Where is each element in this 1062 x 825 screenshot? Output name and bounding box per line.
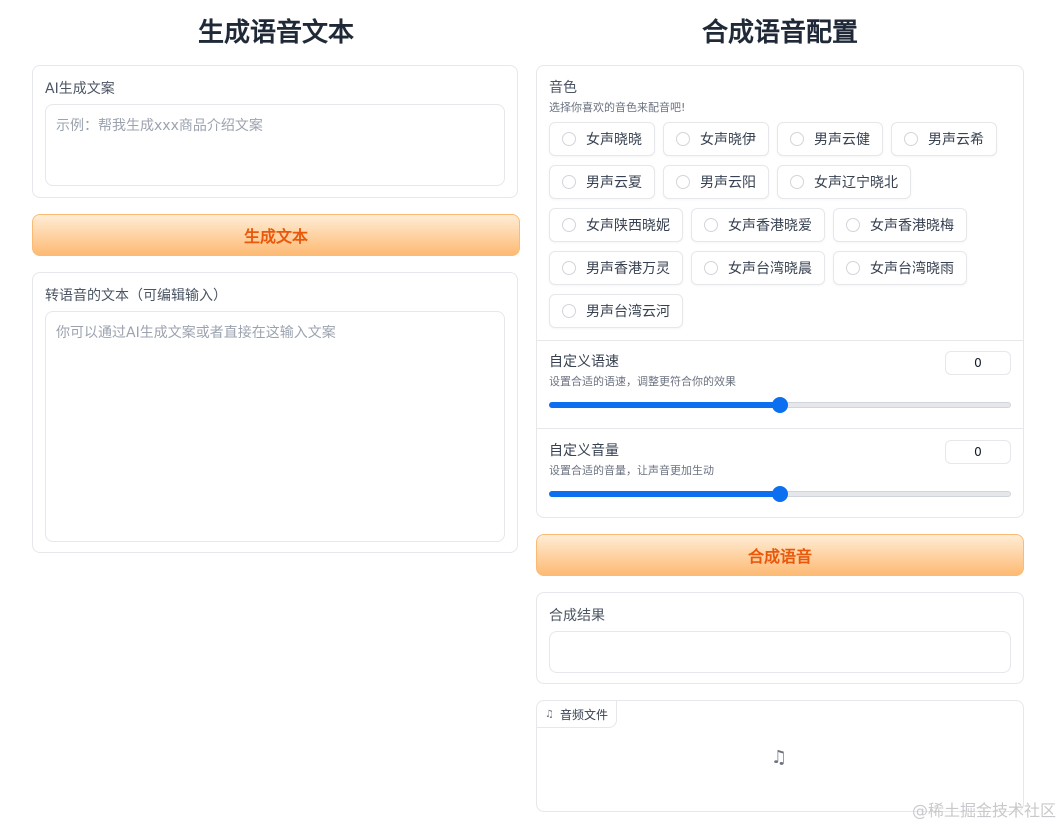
audio-file-tab: ♫ 音频文件 (537, 701, 617, 728)
radio-icon (704, 218, 718, 232)
watermark: @稀土掘金技术社区 (911, 801, 1056, 820)
voice-option[interactable]: 女声香港晓爱 (691, 208, 825, 242)
volume-hint: 设置合适的音量，让声音更加生动 (549, 464, 714, 477)
tts-text-label: 转语音的文本（可编辑输入） (45, 288, 227, 304)
radio-icon (562, 175, 576, 189)
ai-copy-label: AI生成文案 (45, 81, 115, 97)
volume-label: 自定义音量 (549, 443, 619, 459)
result-output (549, 631, 1011, 673)
result-label: 合成结果 (549, 608, 605, 624)
slider-fill (549, 402, 780, 408)
slider-fill (549, 491, 780, 497)
voice-option[interactable]: 女声晓伊 (663, 122, 769, 156)
voice-option[interactable]: 女声辽宁晓北 (777, 165, 911, 199)
right-column: 合成语音配置 音色 选择你喜欢的音色来配音吧! 女声晓晓 女声晓伊 男声云健 男… (536, 0, 1024, 812)
voice-option[interactable]: 女声香港晓梅 (833, 208, 967, 242)
right-title: 合成语音配置 (701, 18, 858, 48)
radio-icon (904, 132, 918, 146)
result-card: 合成结果 (536, 592, 1024, 684)
audio-file-card: ♫ 音频文件 ♫ (536, 700, 1024, 812)
radio-icon (790, 175, 804, 189)
radio-icon (562, 218, 576, 232)
radio-icon (676, 132, 690, 146)
voice-option[interactable]: 女声晓晓 (549, 122, 655, 156)
ai-copy-input[interactable] (45, 104, 505, 186)
music-note-icon: ♫ (545, 708, 554, 720)
config-card: 音色 选择你喜欢的音色来配音吧! 女声晓晓 女声晓伊 男声云健 男声云希 男声云… (536, 65, 1024, 518)
audio-file-label: 音频文件 (559, 707, 608, 722)
speed-label: 自定义语速 (549, 354, 619, 370)
voice-option[interactable]: 女声台湾晓雨 (833, 251, 967, 285)
left-title: 生成语音文本 (197, 18, 354, 48)
radio-icon (846, 218, 860, 232)
radio-icon (562, 132, 576, 146)
synthesize-button[interactable]: 合成语音 (536, 534, 1024, 576)
slider-thumb[interactable] (772, 397, 788, 413)
volume-slider[interactable] (549, 486, 1011, 502)
ai-copy-card: AI生成文案 (32, 65, 518, 198)
voice-hint: 选择你喜欢的音色来配音吧! (549, 101, 686, 114)
radio-icon (790, 132, 804, 146)
radio-icon (846, 261, 860, 275)
voice-option[interactable]: 男声台湾云河 (549, 294, 683, 328)
voice-label: 音色 (549, 80, 577, 96)
voice-option[interactable]: 男声香港万灵 (549, 251, 683, 285)
radio-icon (562, 261, 576, 275)
voice-option[interactable]: 男声云夏 (549, 165, 655, 199)
voice-option[interactable]: 女声陕西晓妮 (549, 208, 683, 242)
generate-text-button[interactable]: 生成文本 (32, 214, 520, 256)
speed-hint: 设置合适的语速，调整更符合你的效果 (549, 375, 736, 388)
music-note-icon: ♫ (771, 747, 788, 768)
voice-option[interactable]: 男声云希 (891, 122, 997, 156)
divider (537, 428, 1023, 429)
slider-thumb[interactable] (772, 486, 788, 502)
left-column: 生成语音文本 AI生成文案 生成文本 转语音的文本（可编辑输入） (32, 0, 520, 553)
voice-option[interactable]: 男声云阳 (663, 165, 769, 199)
radio-icon (562, 304, 576, 318)
divider (537, 340, 1023, 341)
speed-value-input[interactable]: 0 (945, 351, 1011, 375)
voice-option[interactable]: 女声台湾晓晨 (691, 251, 825, 285)
tts-text-card: 转语音的文本（可编辑输入） (32, 272, 518, 553)
volume-value-input[interactable]: 0 (945, 440, 1011, 464)
voice-option[interactable]: 男声云健 (777, 122, 883, 156)
speed-slider[interactable] (549, 397, 1011, 413)
radio-icon (704, 261, 718, 275)
tts-text-input[interactable] (45, 311, 505, 542)
radio-icon (676, 175, 690, 189)
